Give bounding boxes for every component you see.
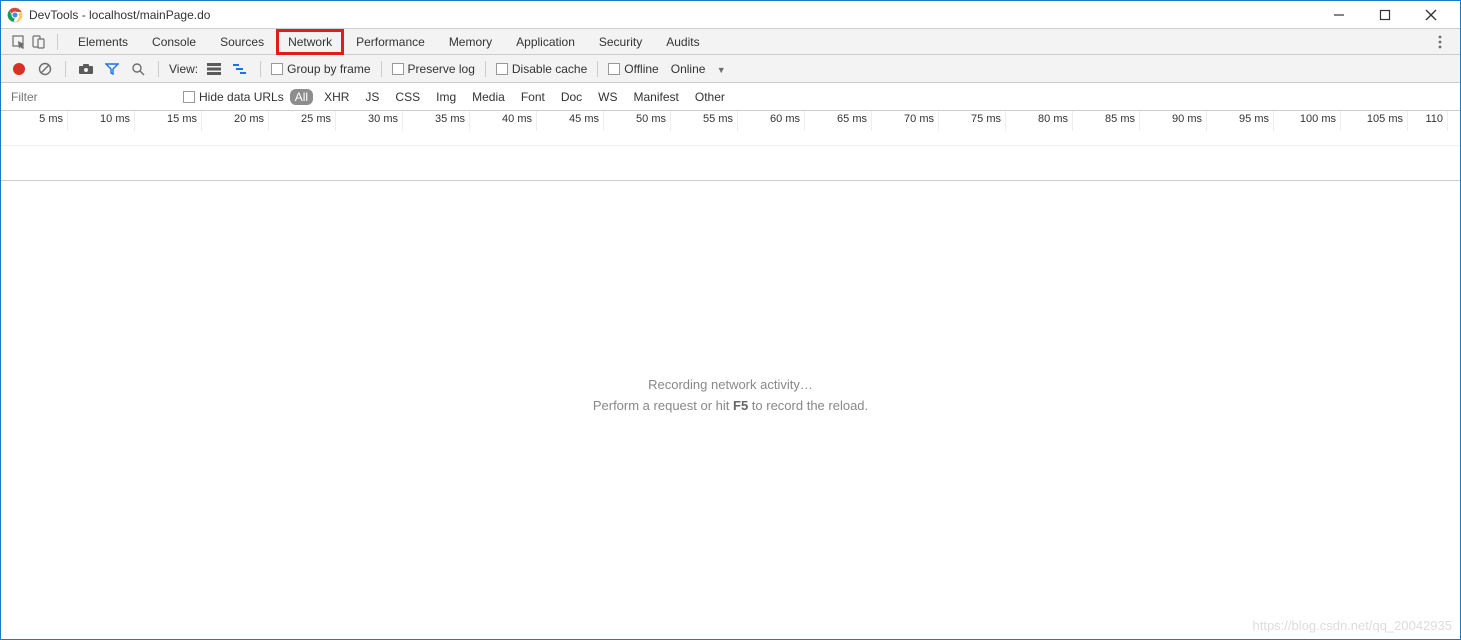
timeline-tick: 20 ms (202, 111, 269, 131)
preserve-log-checkbox[interactable]: Preserve log (392, 62, 475, 76)
timeline-tick: 15 ms (135, 111, 202, 131)
title-bar: DevTools - localhost/mainPage.do (1, 1, 1460, 29)
throttling-select[interactable]: Online ▼ (665, 62, 732, 76)
checkbox-icon (271, 63, 283, 75)
timeline-tick: 40 ms (470, 111, 537, 131)
filter-type-ws[interactable]: WS (593, 89, 622, 105)
filter-type-doc[interactable]: Doc (556, 89, 587, 105)
filter-type-media[interactable]: Media (467, 89, 510, 105)
timeline-tick: 85 ms (1073, 111, 1140, 131)
filter-type-js[interactable]: JS (360, 89, 384, 105)
empty-state: Recording network activity… Perform a re… (1, 371, 1460, 419)
timeline-tick: 65 ms (805, 111, 872, 131)
tab-application[interactable]: Application (504, 29, 587, 55)
filter-type-other[interactable]: Other (690, 89, 730, 105)
filter-type-css[interactable]: CSS (390, 89, 425, 105)
maximize-button[interactable] (1362, 1, 1408, 29)
group-by-frame-label: Group by frame (287, 62, 370, 76)
divider (65, 61, 66, 77)
timeline-tick: 55 ms (671, 111, 738, 131)
timeline-tick: 10 ms (68, 111, 135, 131)
hide-data-urls-label: Hide data URLs (199, 90, 284, 104)
tab-elements[interactable]: Elements (66, 29, 140, 55)
divider (381, 61, 382, 77)
empty-state-line2: Perform a request or hit F5 to record th… (1, 398, 1460, 413)
timeline-tick: 90 ms (1140, 111, 1207, 131)
filter-type-manifest[interactable]: Manifest (629, 89, 684, 105)
toggle-device-toolbar-icon[interactable] (29, 29, 49, 55)
timeline-tick: 35 ms (403, 111, 470, 131)
watermark: https://blog.csdn.net/qq_20042935 (1253, 618, 1453, 633)
tab-audits[interactable]: Audits (654, 29, 711, 55)
capture-screenshots-icon[interactable] (76, 59, 96, 79)
timeline-lane-divider (1, 145, 1460, 146)
timeline-tick: 60 ms (738, 111, 805, 131)
filter-bar: Hide data URLs All XHR JS CSS Img Media … (1, 83, 1460, 111)
minimize-button[interactable] (1316, 1, 1362, 29)
empty-state-text: Perform a request or hit (593, 398, 733, 413)
timeline-tick: 30 ms (336, 111, 403, 131)
timeline-tick: 95 ms (1207, 111, 1274, 131)
clear-button[interactable] (35, 59, 55, 79)
checkbox-icon (496, 63, 508, 75)
tab-console[interactable]: Console (140, 29, 208, 55)
empty-state-line1: Recording network activity… (1, 377, 1460, 392)
chrome-icon (7, 7, 23, 23)
filter-type-all[interactable]: All (290, 89, 313, 105)
divider (260, 61, 261, 77)
waterfall-overview-icon[interactable] (230, 59, 250, 79)
divider (485, 61, 486, 77)
timeline-tick: 70 ms (872, 111, 939, 131)
throttling-value: Online (671, 62, 706, 76)
timeline-tick: 45 ms (537, 111, 604, 131)
timeline-tick: 110 (1408, 111, 1448, 131)
group-by-frame-checkbox[interactable]: Group by frame (271, 62, 370, 76)
filter-type-xhr[interactable]: XHR (319, 89, 354, 105)
filter-input[interactable] (5, 87, 175, 107)
window-title: DevTools - localhost/mainPage.do (29, 8, 1316, 22)
tab-sources[interactable]: Sources (208, 29, 276, 55)
timeline-overview[interactable]: 5 ms 10 ms 15 ms 20 ms 25 ms 30 ms 35 ms… (1, 111, 1460, 181)
large-rows-icon[interactable] (204, 59, 224, 79)
view-label: View: (169, 62, 198, 76)
record-button[interactable] (9, 59, 29, 79)
window-controls (1316, 1, 1454, 29)
close-button[interactable] (1408, 1, 1454, 29)
offline-checkbox[interactable]: Offline (608, 62, 658, 76)
hide-data-urls-checkbox[interactable]: Hide data URLs (183, 90, 284, 104)
checkbox-icon (183, 91, 195, 103)
network-toolbar: View: Group by frame Preserve log Disabl… (1, 55, 1460, 83)
timeline-tick: 5 ms (1, 111, 68, 131)
timeline-tick: 105 ms (1341, 111, 1408, 131)
checkbox-icon (392, 63, 404, 75)
more-options-icon[interactable] (1428, 29, 1452, 55)
divider (597, 61, 598, 77)
tab-memory[interactable]: Memory (437, 29, 504, 55)
tab-network[interactable]: Network (276, 29, 344, 55)
disable-cache-checkbox[interactable]: Disable cache (496, 62, 587, 76)
timeline-tick: 25 ms (269, 111, 336, 131)
timeline-tick: 80 ms (1006, 111, 1073, 131)
timeline-tick: 100 ms (1274, 111, 1341, 131)
tab-security[interactable]: Security (587, 29, 654, 55)
divider (57, 34, 58, 50)
filter-type-font[interactable]: Font (516, 89, 550, 105)
timeline-tick: 75 ms (939, 111, 1006, 131)
offline-label: Offline (624, 62, 658, 76)
checkbox-icon (608, 63, 620, 75)
chevron-down-icon: ▼ (717, 65, 726, 75)
preserve-log-label: Preserve log (408, 62, 475, 76)
devtools-tab-strip: Elements Console Sources Network Perform… (1, 29, 1460, 55)
divider (158, 61, 159, 77)
timeline-ruler: 5 ms 10 ms 15 ms 20 ms 25 ms 30 ms 35 ms… (1, 111, 1460, 131)
disable-cache-label: Disable cache (512, 62, 587, 76)
search-icon[interactable] (128, 59, 148, 79)
tab-performance[interactable]: Performance (344, 29, 437, 55)
empty-state-key: F5 (733, 398, 748, 413)
filter-type-img[interactable]: Img (431, 89, 461, 105)
filter-icon[interactable] (102, 59, 122, 79)
inspect-element-icon[interactable] (9, 29, 29, 55)
empty-state-text: to record the reload. (748, 398, 868, 413)
timeline-tick: 50 ms (604, 111, 671, 131)
